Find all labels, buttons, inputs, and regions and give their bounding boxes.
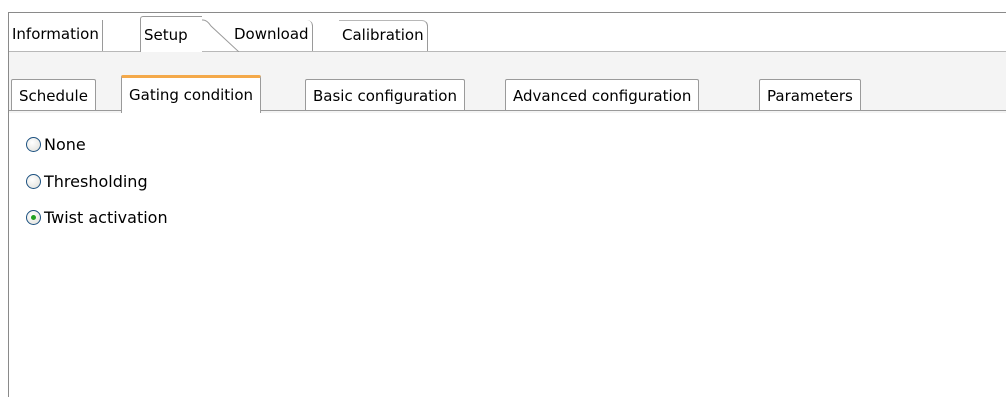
radio-label-thresholding: Thresholding xyxy=(44,171,148,191)
radio-option-twist-activation[interactable]: Twist activation xyxy=(26,205,168,229)
radio-label-twist-activation: Twist activation xyxy=(44,207,168,227)
tab-schedule[interactable]: Schedule xyxy=(11,79,96,110)
tab-parameters[interactable]: Parameters xyxy=(759,79,861,110)
tab-information[interactable]: Information xyxy=(9,20,103,51)
radio-option-none[interactable]: None xyxy=(26,132,86,156)
radio-selected-dot xyxy=(31,214,36,220)
tab-gating-condition-label: Gating condition xyxy=(129,86,254,104)
radio-button-none[interactable] xyxy=(26,136,41,152)
radio-option-thresholding[interactable]: Thresholding xyxy=(26,169,148,193)
tab-gating-condition[interactable]: Gating condition xyxy=(121,75,262,113)
tab-basic-configuration[interactable]: Basic configuration xyxy=(305,79,465,110)
radio-button-twist-activation[interactable] xyxy=(26,209,41,225)
tab-setup-label: Setup xyxy=(144,26,188,44)
tab-advanced-configuration-label: Advanced configuration xyxy=(513,87,692,105)
radio-label-none: None xyxy=(44,134,86,154)
tab-parameters-label: Parameters xyxy=(767,87,853,105)
radio-button-thresholding[interactable] xyxy=(26,173,41,189)
tab-setup[interactable]: Setup xyxy=(140,16,202,52)
sub-tab-strip: Schedule Gating condition Basic configur… xyxy=(9,52,1006,114)
tab-slant-decoration xyxy=(199,19,239,52)
configuration-window: Information Setup Download Calibration S… xyxy=(8,12,1006,398)
tab-calibration-label: Calibration xyxy=(342,26,424,44)
gating-condition-panel: None Thresholding Twist activation xyxy=(9,113,1006,398)
tab-basic-configuration-label: Basic configuration xyxy=(313,87,457,105)
top-tab-strip: Information Setup Download Calibration xyxy=(9,13,1006,52)
tab-download-label: Download xyxy=(234,25,309,43)
tab-advanced-configuration[interactable]: Advanced configuration xyxy=(505,79,700,110)
tab-information-label: Information xyxy=(12,25,99,43)
tab-calibration[interactable]: Calibration xyxy=(339,20,428,51)
tab-schedule-label: Schedule xyxy=(19,87,88,105)
